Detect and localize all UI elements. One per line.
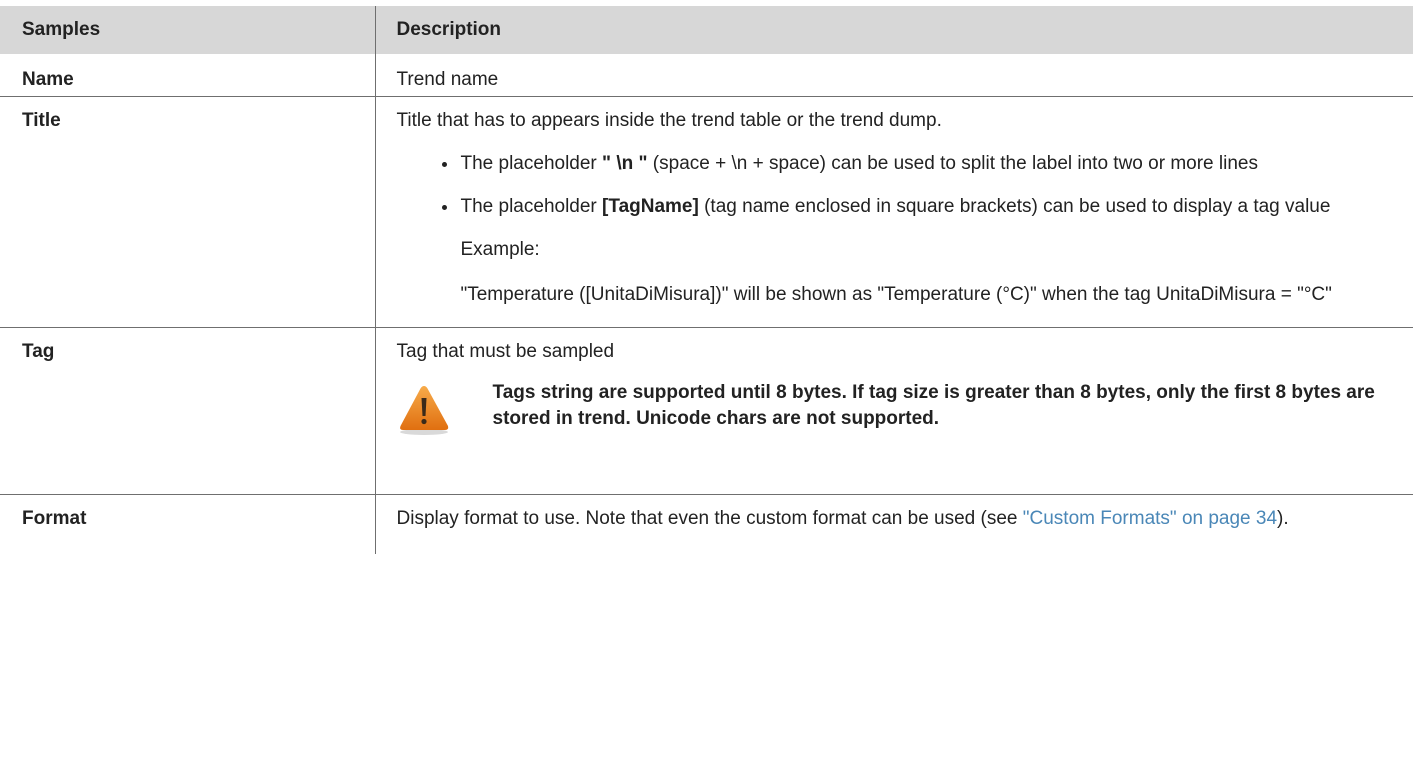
bullet-icon (441, 204, 447, 210)
warning-text: Tags string are supported until 8 bytes.… (492, 381, 1375, 429)
title-intro: Title that has to appears inside the tre… (396, 109, 942, 131)
custom-formats-link[interactable]: "Custom Formats" on page 34 (1023, 508, 1277, 529)
parameters-table: Samples Description Name Trend name Titl… (0, 6, 1413, 554)
bullet-text: The placeholder (460, 195, 603, 217)
list-item: The placeholder " \n " (space + \n + spa… (397, 151, 1384, 177)
table-row: Title Title that has to appears inside t… (0, 96, 1413, 328)
bullet-icon (441, 161, 447, 167)
row-desc-tag: Tag that must be sampled Tags string are… (375, 327, 1413, 495)
row-label-format: Format (0, 494, 376, 554)
header-description: Description (375, 6, 1413, 54)
bullet-text: (tag name enclosed in square brackets) c… (698, 195, 1331, 217)
format-text-end: ). (1277, 507, 1289, 529)
row-label-tag: Tag (0, 327, 376, 495)
row-desc-format: Display format to use. Note that even th… (375, 494, 1413, 554)
table-row: Tag Tag that must be sampled Tags string… (0, 327, 1413, 495)
example-text: "Temperature ([UnitaDiMisura])" will be … (460, 283, 1332, 305)
table-header-row: Samples Description (0, 6, 1413, 54)
list-item: The placeholder [TagName] (tag name encl… (397, 194, 1384, 220)
example-label: Example: (460, 238, 540, 260)
row-desc-name: Trend name (375, 54, 1413, 97)
bullet-text: (space + \n + space) can be used to spli… (647, 152, 1258, 174)
row-label-name: Name (0, 54, 376, 97)
placeholder-code: " \n " (602, 152, 648, 174)
title-bullet-list: The placeholder " \n " (space + \n + spa… (397, 151, 1384, 220)
table-row: Name Trend name (0, 54, 1413, 97)
tag-text: Tag that must be sampled (396, 340, 615, 362)
example-block: Example: "Temperature ([UnitaDiMisura])"… (397, 237, 1384, 308)
format-text: Display format to use. Note that even th… (396, 507, 1023, 529)
warning-note: Tags string are supported until 8 bytes.… (397, 380, 1384, 444)
table-row: Format Display format to use. Note that … (0, 494, 1413, 554)
row-label-title: Title (0, 96, 376, 328)
header-samples: Samples (0, 6, 376, 54)
bullet-text: The placeholder (460, 152, 603, 174)
warning-triangle-icon (397, 382, 461, 444)
row-desc-title: Title that has to appears inside the tre… (375, 96, 1413, 328)
placeholder-code: [TagName] (602, 195, 699, 217)
